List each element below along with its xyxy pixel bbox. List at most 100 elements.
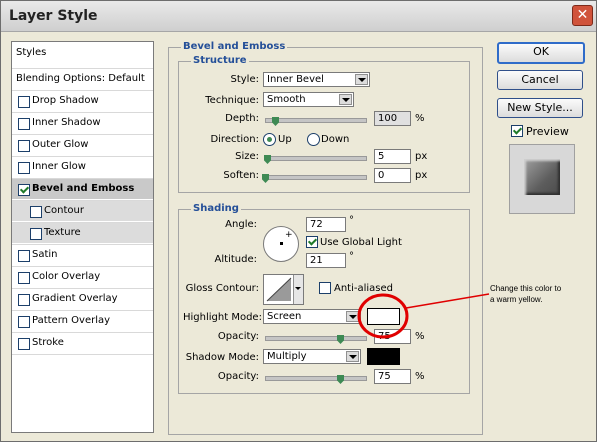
depth-value: 100 [378, 113, 398, 124]
new-style-button[interactable]: New Style... [497, 98, 583, 118]
altitude-value: 21 [310, 255, 323, 266]
sidebar-item-satin[interactable]: Satin [12, 244, 153, 265]
shadow-opacity-slider[interactable] [265, 376, 367, 381]
sidebar-item-color-overlay[interactable]: Color Overlay [12, 266, 153, 287]
close-icon: ✕ [576, 7, 589, 23]
sidebar-item-pattern-overlay[interactable]: Pattern Overlay [12, 310, 153, 331]
sidebar-item-outer-glow[interactable]: Outer Glow [12, 134, 153, 155]
highlight-mode-select[interactable]: Screen [263, 309, 361, 324]
shadow-mode-select[interactable]: Multiply [263, 349, 361, 364]
use-global-light-label: Use Global Light [320, 237, 402, 248]
angle-input[interactable]: 72 [306, 217, 346, 232]
sidebar-item-inner-shadow[interactable]: Inner Shadow [12, 112, 153, 133]
direction-down-radio[interactable] [307, 133, 320, 146]
angle-label: Angle: [225, 219, 257, 230]
sidebar-item-drop-shadow[interactable]: Drop Shadow [12, 90, 153, 111]
altitude-input[interactable]: 21 [306, 253, 346, 268]
satin-checkbox[interactable] [18, 250, 30, 262]
annotation-text: Change this color to a warm yellow. [490, 283, 561, 305]
sidebar-item-styles[interactable]: Styles [12, 42, 153, 63]
sidebar-item-texture[interactable]: Texture [12, 222, 153, 243]
altitude-unit: ° [349, 251, 354, 262]
sidebar-item-label: Satin [32, 249, 58, 260]
drop-shadow-checkbox[interactable] [18, 96, 30, 108]
size-label: Size: [235, 151, 259, 162]
structure-legend: Structure [191, 55, 249, 66]
style-select-value: Inner Bevel [267, 74, 324, 85]
angle-dial[interactable]: + [263, 226, 299, 262]
inner-glow-checkbox[interactable] [18, 162, 30, 174]
direction-up-label: Up [278, 134, 292, 145]
direction-down-label: Down [321, 134, 350, 145]
contour-checkbox[interactable] [30, 206, 42, 218]
use-global-light-checkbox[interactable] [306, 236, 318, 248]
sidebar-item-blending-options[interactable]: Blending Options: Default [12, 68, 153, 88]
sidebar-item-label: Styles [16, 47, 47, 58]
size-input[interactable]: 5 [374, 149, 411, 164]
panel-title: Bevel and Emboss [181, 41, 288, 52]
soften-value: 0 [378, 170, 385, 181]
stroke-checkbox[interactable] [18, 338, 30, 350]
depth-input[interactable]: 100 [374, 111, 411, 126]
shadow-opacity-input[interactable]: 75 [374, 369, 411, 384]
sidebar-item-label: Inner Shadow [32, 117, 101, 128]
chevron-down-icon [355, 74, 368, 85]
close-button[interactable]: ✕ [572, 5, 593, 26]
gradient-overlay-checkbox[interactable] [18, 294, 30, 306]
sidebar-item-label: Blending Options: Default [16, 73, 145, 84]
inner-shadow-checkbox[interactable] [18, 118, 30, 130]
sidebar-item-label: Texture [44, 227, 81, 238]
angle-unit: ° [349, 215, 354, 226]
depth-slider[interactable] [265, 118, 367, 123]
shading-legend: Shading [191, 203, 241, 214]
highlight-mode-label: Highlight Mode: [183, 312, 262, 323]
soften-input[interactable]: 0 [374, 168, 411, 183]
cancel-button[interactable]: Cancel [497, 70, 583, 90]
shadow-mode-label: Shadow Mode: [185, 352, 259, 363]
preview-checkbox[interactable] [511, 125, 523, 137]
shadow-opacity-value: 75 [378, 371, 391, 382]
preview-label: Preview [526, 125, 569, 138]
title-bar: Layer Style ✕ [1, 1, 596, 32]
sidebar-item-inner-glow[interactable]: Inner Glow [12, 156, 153, 177]
sidebar-item-stroke[interactable]: Stroke [12, 332, 153, 353]
sidebar-item-label: Bevel and Emboss [32, 183, 135, 194]
sidebar-item-gradient-overlay[interactable]: Gradient Overlay [12, 288, 153, 309]
sidebar-empty-area [12, 354, 153, 431]
sidebar-item-label: Pattern Overlay [32, 315, 111, 326]
annotation-circle [357, 293, 409, 339]
window-title: Layer Style [9, 8, 98, 24]
soften-slider[interactable] [265, 175, 367, 180]
shadow-color-swatch[interactable] [367, 348, 400, 365]
contour-curve-icon [266, 277, 292, 302]
direction-label: Direction: [210, 134, 259, 145]
size-value: 5 [378, 151, 385, 162]
gloss-contour-picker[interactable] [263, 274, 304, 305]
outer-glow-checkbox[interactable] [18, 140, 30, 152]
sidebar-item-label: Color Overlay [32, 271, 101, 282]
annotation-line-2: a warm yellow. [490, 295, 543, 304]
color-overlay-checkbox[interactable] [18, 272, 30, 284]
soften-label: Soften: [223, 170, 259, 181]
soften-unit: px [415, 170, 428, 181]
size-slider[interactable] [265, 156, 367, 161]
ok-button[interactable]: OK [497, 42, 585, 64]
pattern-overlay-checkbox[interactable] [18, 316, 30, 328]
annotation-line-1: Change this color to [490, 284, 562, 293]
sidebar-item-label: Gradient Overlay [32, 293, 118, 304]
technique-select[interactable]: Smooth [263, 92, 354, 107]
style-select[interactable]: Inner Bevel [263, 72, 370, 87]
bevel-and-emboss-checkbox[interactable] [18, 184, 30, 196]
texture-checkbox[interactable] [30, 228, 42, 240]
depth-label: Depth: [225, 113, 259, 124]
angle-value: 72 [310, 219, 323, 230]
direction-up-radio[interactable] [263, 133, 276, 146]
shadow-mode-value: Multiply [267, 351, 307, 362]
sidebar-item-bevel-and-emboss[interactable]: Bevel and Emboss [12, 178, 153, 199]
gloss-contour-label: Gloss Contour: [185, 283, 259, 294]
shadow-opacity-label: Opacity: [217, 371, 259, 382]
sidebar-item-contour[interactable]: Contour [12, 200, 153, 221]
anti-aliased-checkbox[interactable] [319, 282, 331, 294]
shadow-opacity-unit: % [415, 371, 425, 382]
chevron-down-icon [339, 94, 352, 105]
